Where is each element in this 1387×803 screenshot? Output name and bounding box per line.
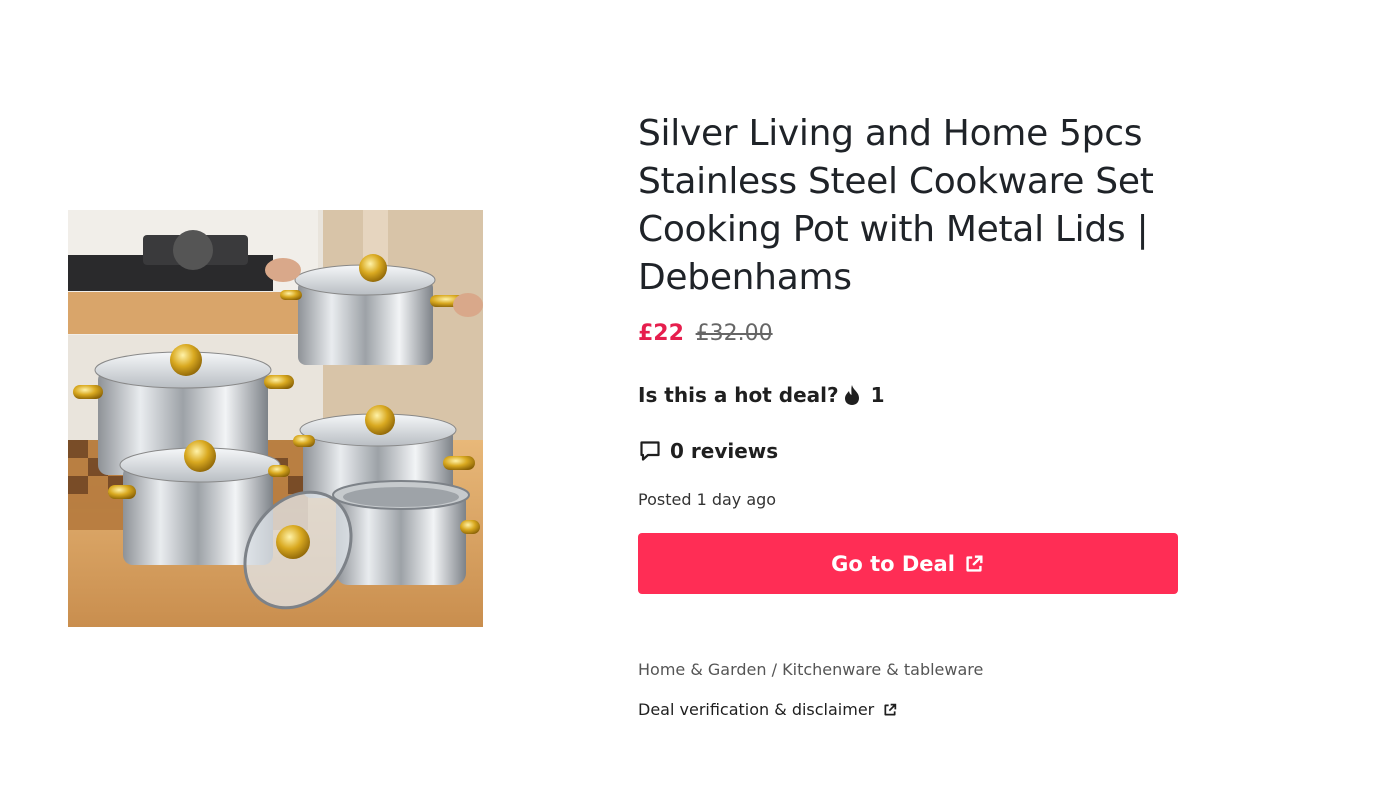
disclaimer-link[interactable]: Deal verification & disclaimer [638, 698, 1198, 722]
hot-deal-count: 1 [870, 383, 885, 407]
reviews-label: reviews [690, 439, 779, 463]
flame-icon[interactable] [843, 384, 861, 406]
reviews-count: 0 [670, 439, 684, 463]
reviews-link[interactable]: 0 reviews [638, 438, 1198, 464]
hot-deal-question: Is this a hot deal? [638, 383, 839, 407]
breadcrumb-kitchenware[interactable]: Kitchenware & tableware [782, 660, 983, 679]
deal-info-panel: Silver Living and Home 5pcs Stainless St… [638, 110, 1198, 722]
external-link-icon [884, 703, 897, 716]
breadcrumb-separator: / [771, 660, 778, 679]
original-price: £32.00 [695, 321, 773, 346]
product-title: Silver Living and Home 5pcs Stainless St… [638, 113, 1154, 298]
comment-icon [640, 441, 660, 461]
current-price: £22 [638, 321, 684, 346]
posted-time: Posted 1 day ago [638, 490, 777, 509]
breadcrumb-home-garden[interactable]: Home & Garden [638, 660, 767, 679]
price-row: £22 £32.00 [638, 320, 1198, 348]
external-link-icon [966, 554, 983, 572]
go-to-deal-button[interactable]: Go to Deal [638, 533, 1178, 594]
go-to-deal-label: Go to Deal [831, 551, 955, 576]
breadcrumb: Home & Garden / Kitchenware & tableware [638, 658, 1198, 682]
disclaimer-label: Deal verification & disclaimer [638, 700, 875, 719]
product-image [68, 210, 483, 627]
hot-deal-row: Is this a hot deal? 1 [638, 382, 1198, 408]
